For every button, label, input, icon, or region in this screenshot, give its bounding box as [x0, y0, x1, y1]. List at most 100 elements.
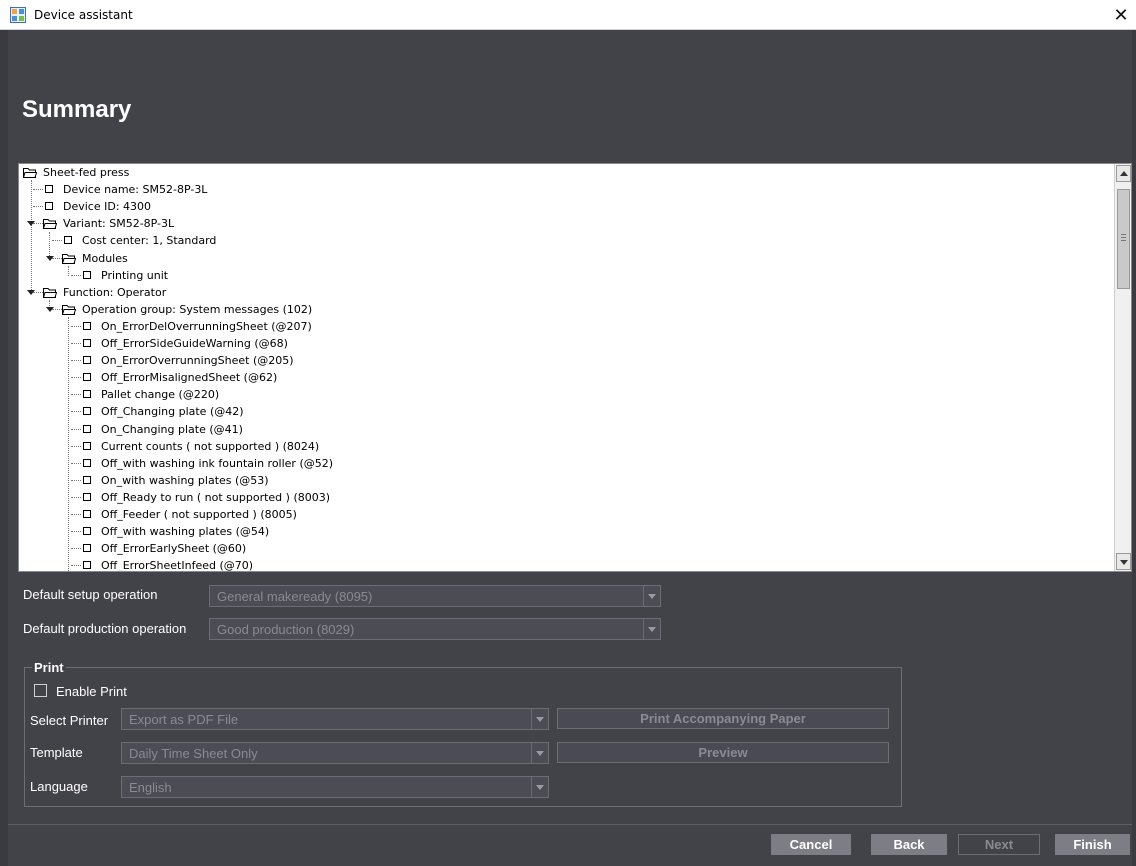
tree-folder-node[interactable]: Function: Operator: [19, 284, 1109, 301]
tree-folder-node[interactable]: Operation group: System messages (102): [19, 301, 1109, 318]
tree-leaf-node[interactable]: Off_ErrorMisalignedSheet (@62): [19, 369, 1109, 386]
tree-leaf-node[interactable]: Printing unit: [19, 267, 1109, 284]
back-button[interactable]: Back: [871, 834, 947, 855]
tree-connector: [71, 479, 81, 481]
tree-connector: [33, 206, 43, 208]
scroll-down-button[interactable]: [1116, 553, 1131, 570]
chevron-down-icon: [536, 785, 544, 790]
summary-tree[interactable]: Sheet-fed press Device name: SM52-8P-3L De…: [18, 163, 1132, 572]
select-printer-label: Select Printer: [30, 713, 109, 728]
page-title: Summary: [22, 96, 132, 123]
dropdown-button[interactable]: [531, 743, 548, 763]
default-setup-label: Default setup operation: [23, 587, 158, 602]
tree-vertical-scrollbar[interactable]: [1114, 164, 1131, 571]
tree-leaf-node[interactable]: Off_Feeder ( not supported ) (8005): [19, 506, 1109, 523]
tree-leaf-node[interactable]: On_ErrorOverrunningSheet (@205): [19, 352, 1109, 369]
expanded-arrow-icon[interactable]: [27, 221, 35, 227]
language-label: Language: [30, 779, 88, 794]
tree-leaf-node[interactable]: Device ID: 4300: [19, 198, 1109, 215]
tree-node-label: Cost center: 1, Standard: [82, 234, 217, 248]
node-checkbox-icon: [45, 202, 53, 211]
grip-line: [1121, 237, 1126, 238]
next-button[interactable]: Next: [958, 834, 1040, 855]
window-title: Device assistant: [34, 8, 133, 22]
close-icon[interactable]: ✕: [1110, 4, 1132, 26]
tree-leaf-node[interactable]: On_ErrorDelOverrunningSheet (@207): [19, 318, 1109, 335]
tree-folder-node[interactable]: Variant: SM52-8P-3L: [19, 215, 1109, 232]
tree-folder-node[interactable]: Sheet-fed press: [19, 164, 1109, 181]
print-accompanying-paper-button[interactable]: Print Accompanying Paper: [557, 708, 889, 729]
node-checkbox-icon: [83, 390, 91, 399]
tree-connector: [71, 343, 81, 344]
node-checkbox-icon: [83, 270, 91, 279]
tree-leaf-node[interactable]: Off_Changing plate (@42): [19, 403, 1109, 420]
tree-node-label: Function: Operator: [63, 285, 167, 299]
tree-connector: [71, 360, 81, 362]
scroll-thumb[interactable]: [1117, 189, 1130, 289]
tree-node-label: Off_ErrorMisalignedSheet (@62): [101, 371, 278, 385]
tree-node-label: Printing unit: [101, 268, 169, 282]
node-checkbox-icon: [83, 458, 91, 467]
tree-node-label: Operation group: System messages (102): [82, 302, 313, 316]
grip-line: [1121, 234, 1126, 235]
tree-leaf-node[interactable]: Off_ErrorSheetInfeed (@70): [19, 557, 1109, 571]
cancel-button[interactable]: Cancel: [771, 834, 851, 855]
finish-button[interactable]: Finish: [1055, 834, 1130, 855]
tree-connector: [71, 445, 81, 447]
tree-connector: [52, 240, 62, 242]
tree-leaf-node[interactable]: Off_ErrorSideGuideWarning (@68): [19, 335, 1109, 352]
tree-connector: [71, 325, 81, 327]
template-label: Template: [30, 745, 83, 760]
scroll-up-button[interactable]: [1116, 165, 1131, 182]
tree-leaf-node[interactable]: Current counts ( not supported ) (8024): [19, 438, 1109, 455]
tree-leaf-node[interactable]: Device name: SM52-8P-3L: [19, 181, 1109, 198]
tree-leaf-node[interactable]: Off_ErrorEarlySheet (@60): [19, 540, 1109, 557]
select-printer-value: Export as PDF File: [129, 712, 239, 727]
tree-connector: [71, 274, 81, 276]
open-folder-icon: [62, 304, 76, 315]
tree-connector: [71, 428, 81, 430]
template-select[interactable]: Daily Time Sheet Only: [121, 742, 549, 764]
preview-button[interactable]: Preview: [557, 742, 889, 763]
open-folder-icon: [43, 287, 57, 298]
open-folder-icon: [62, 253, 76, 264]
dropdown-button[interactable]: [643, 586, 660, 606]
tree-connector: [71, 462, 81, 464]
tree-leaf-node[interactable]: Off_with washing plates (@54): [19, 523, 1109, 540]
dropdown-button[interactable]: [531, 709, 548, 729]
tree-connector: [71, 531, 81, 533]
tree-leaf-node[interactable]: Off_with washing ink fountain roller (@5…: [19, 455, 1109, 472]
window-frame-left: [0, 30, 8, 866]
arrow-down-icon: [1120, 560, 1128, 565]
arrow-up-icon: [1120, 171, 1128, 176]
expanded-arrow-icon[interactable]: [46, 255, 54, 261]
tree-leaf-node[interactable]: Pallet change (@220): [19, 386, 1109, 403]
tree-node-label: On_ErrorDelOverrunningSheet (@207): [101, 319, 312, 333]
tree-leaf-node[interactable]: Off_Ready to run ( not supported ) (8003…: [19, 489, 1109, 506]
tree-leaf-node[interactable]: On_with washing plates (@53): [19, 472, 1109, 489]
tree-folder-node[interactable]: Modules: [19, 250, 1109, 267]
node-checkbox-icon: [83, 373, 91, 382]
tree-node-label: On_ErrorOverrunningSheet (@205): [101, 354, 294, 368]
tree-node-label: On_Changing plate (@41): [101, 422, 243, 436]
chevron-down-icon: [536, 717, 544, 722]
expanded-arrow-icon[interactable]: [27, 289, 35, 295]
enable-print-checkbox[interactable]: [34, 684, 47, 697]
language-select[interactable]: English: [121, 776, 549, 798]
chevron-down-icon: [648, 627, 656, 632]
node-checkbox-icon: [83, 441, 91, 450]
tree-node-label: Off_ErrorSideGuideWarning (@68): [101, 337, 288, 350]
default-setup-select[interactable]: General makeready (8095): [209, 585, 661, 607]
tree-leaf-node[interactable]: Cost center: 1, Standard: [19, 232, 1109, 249]
dropdown-button[interactable]: [531, 777, 548, 797]
node-checkbox-icon: [45, 185, 53, 194]
expanded-arrow-icon[interactable]: [46, 306, 54, 312]
select-printer-select[interactable]: Export as PDF File: [121, 708, 549, 730]
dropdown-button[interactable]: [643, 619, 660, 639]
tree-connector: [71, 377, 81, 379]
enable-print-label[interactable]: Enable Print: [56, 684, 127, 699]
tree-leaf-node[interactable]: On_Changing plate (@41): [19, 421, 1109, 438]
open-folder-icon: [43, 219, 57, 230]
tree-node-label: Sheet-fed press: [43, 166, 130, 179]
default-production-select[interactable]: Good production (8029): [209, 618, 661, 640]
